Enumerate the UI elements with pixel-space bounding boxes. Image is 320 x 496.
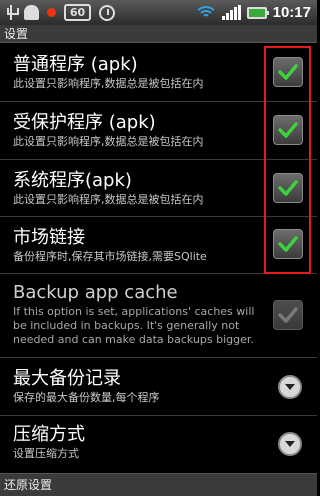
battery-saver-60-icon: 60 <box>64 4 91 21</box>
setting-title: 受保护程序 (apk) <box>13 112 156 133</box>
android-icon <box>24 5 39 20</box>
setting-backup-app-cache[interactable]: Backup app cache If this option is set, … <box>0 274 317 358</box>
setting-market-link[interactable]: 市场链接 备份程序时,保存其市场链接,需要SQlite <box>0 217 317 274</box>
setting-title: Backup app cache <box>13 282 178 303</box>
market-link-checkbox[interactable] <box>273 229 303 259</box>
wifi-icon <box>195 5 216 20</box>
chevron-down-icon[interactable] <box>278 432 302 456</box>
setting-normal-apps[interactable]: 普通程序 (apk) 此设置只影响程序,数据总是被包括在内 <box>0 44 317 102</box>
protected-apps-checkbox[interactable] <box>273 115 303 145</box>
setting-summary: 此设置只影响程序,数据总是被包括在内 <box>13 77 204 90</box>
system-icons: 10:17 <box>195 3 311 22</box>
setting-summary: 此设置只影响程序,数据总是被包括在内 <box>13 135 204 148</box>
system-apps-checkbox[interactable] <box>273 173 303 203</box>
section-header-restore: 还原设置 <box>0 473 317 496</box>
check-icon <box>278 236 298 252</box>
setting-system-apps[interactable]: 系统程序(apk) 此设置只影响程序,数据总是被包括在内 <box>0 160 317 217</box>
check-icon <box>278 122 298 138</box>
setting-summary: 此设置只影响程序,数据总是被包括在内 <box>13 193 204 206</box>
setting-compression[interactable]: 压缩方式 设置压缩方式 <box>0 416 317 471</box>
setting-title: 普通程序 (apk) <box>13 54 138 75</box>
setting-title: 系统程序(apk) <box>13 170 132 191</box>
setting-summary: 设置压缩方式 <box>13 447 79 460</box>
check-icon <box>278 307 298 323</box>
signal-icon <box>221 5 241 20</box>
chevron-down-icon[interactable] <box>278 375 302 399</box>
check-icon <box>278 64 298 80</box>
notification-icons: 60 <box>6 4 115 21</box>
record-icon <box>47 8 56 17</box>
setting-title: 市场链接 <box>13 227 85 248</box>
usb-icon <box>6 5 19 20</box>
setting-max-backups[interactable]: 最大备份记录 保存的最大备份数量,每个程序 <box>0 358 317 416</box>
speed-icon <box>99 4 115 21</box>
setting-summary: If this option is set, applications' cac… <box>13 305 255 346</box>
setting-summary: 备份程序时,保存其市场链接,需要SQlite <box>13 250 207 263</box>
status-bar: 60 10:17 <box>0 0 317 26</box>
settings-list: 普通程序 (apk) 此设置只影响程序,数据总是被包括在内 受保护程序 (apk… <box>0 44 317 471</box>
setting-title: 压缩方式 <box>13 424 85 445</box>
setting-summary: 保存的最大备份数量,每个程序 <box>13 391 160 404</box>
screen-title: 设置 <box>0 25 317 43</box>
backup-app-cache-checkbox[interactable] <box>273 300 303 330</box>
check-icon <box>278 180 298 196</box>
normal-apps-checkbox[interactable] <box>273 57 303 87</box>
setting-title: 最大备份记录 <box>13 368 121 389</box>
battery-charging-icon <box>246 6 269 19</box>
setting-protected-apps[interactable]: 受保护程序 (apk) 此设置只影响程序,数据总是被包括在内 <box>0 102 317 160</box>
clock: 10:17 <box>272 4 311 21</box>
